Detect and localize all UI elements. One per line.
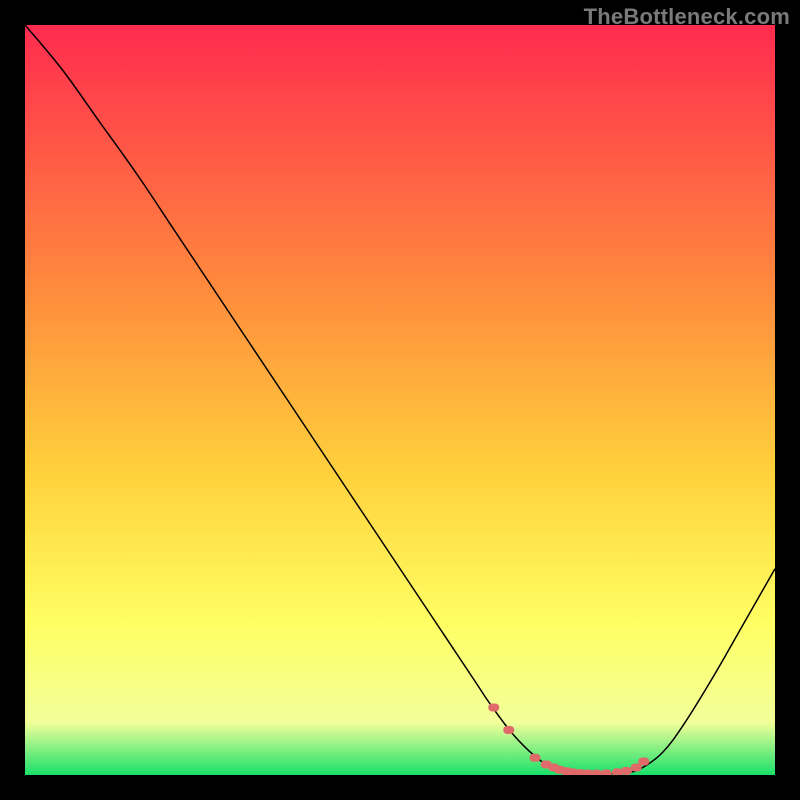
marker-optimal-zone-markers: [638, 758, 649, 766]
chart-svg: [25, 25, 775, 775]
marker-optimal-zone-markers: [591, 770, 602, 775]
marker-optimal-zone-markers: [601, 770, 612, 776]
chart-container: TheBottleneck.com: [0, 0, 800, 800]
marker-optimal-zone-markers: [488, 704, 499, 712]
plot-area: [25, 25, 775, 775]
marker-optimal-zone-markers: [621, 767, 632, 775]
marker-optimal-zone-markers: [503, 726, 514, 734]
chart-background: [25, 25, 775, 775]
marker-optimal-zone-markers: [530, 754, 541, 762]
